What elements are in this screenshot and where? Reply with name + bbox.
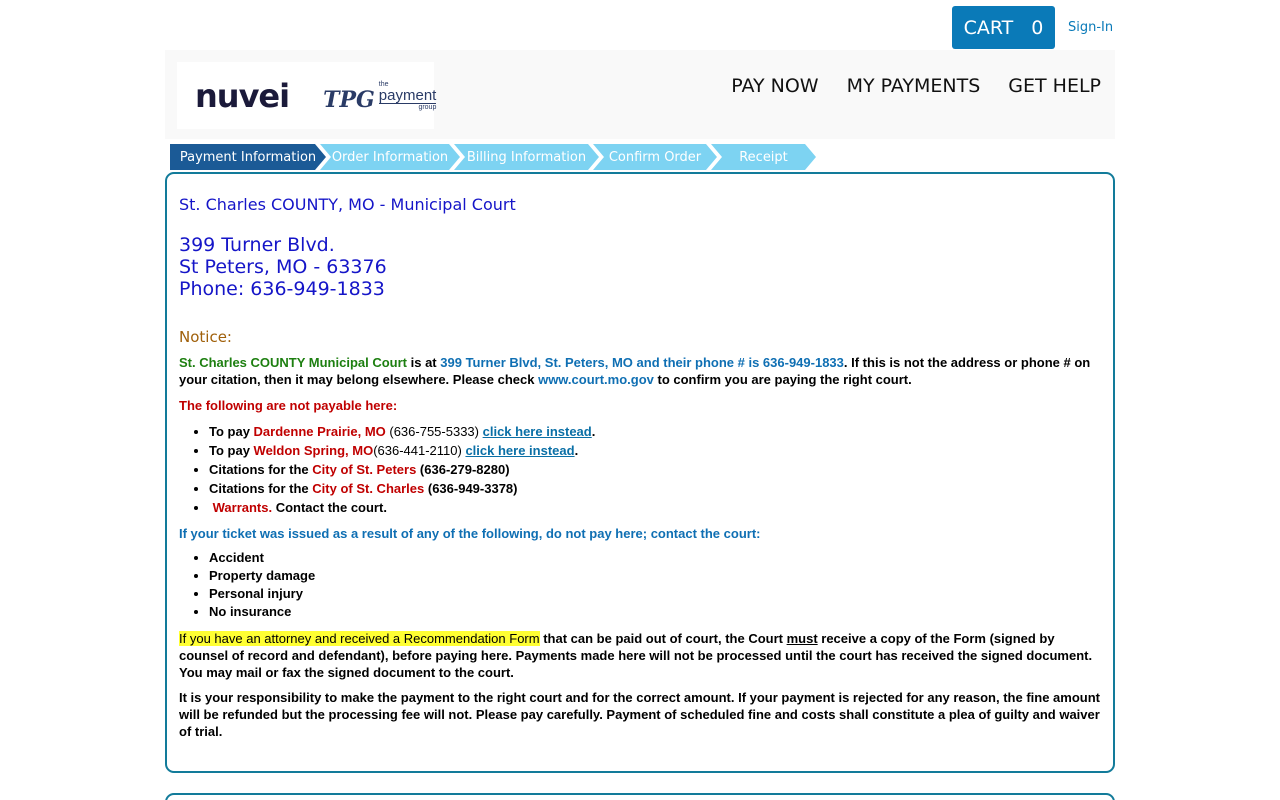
tpg-logo-mark: TPG xyxy=(323,86,375,113)
item-place: Weldon Spring, MO xyxy=(253,443,374,458)
attorney-part1: that can be paid out of court, the Court xyxy=(539,631,787,646)
item-place: Warrants. xyxy=(209,500,273,515)
responsibility-notice: It is your responsibility to make the pa… xyxy=(179,690,1100,739)
dardenne-prairie-link[interactable]: click here instead xyxy=(483,424,592,439)
list-item: Warrants. Contact the court. xyxy=(209,498,1101,517)
item-prefix: Citations for the xyxy=(209,481,313,496)
cart-button[interactable]: CART 0 xyxy=(952,6,1055,49)
address-line-1: 399 Turner Blvd. xyxy=(179,234,335,256)
list-item: Property damage xyxy=(209,567,1101,585)
notice-is-at: is at xyxy=(407,355,441,370)
tpg-logo-text: the payment group xyxy=(378,81,437,111)
payment-info-panel: St. Charles COUNTY, MO - Municipal Court… xyxy=(165,172,1115,773)
court-website-link[interactable]: www.court.mo.gov xyxy=(538,372,654,387)
cart-count: 0 xyxy=(1031,16,1044,39)
nav-get-help[interactable]: GET HELP xyxy=(1008,75,1101,97)
item-phone: (636-949-3378) xyxy=(424,481,518,496)
logo[interactable]: nuvei TPG the payment group xyxy=(177,62,437,129)
tpg-logo: TPG the payment group xyxy=(323,81,437,113)
contact-court-heading: If your ticket was issued as a result of… xyxy=(179,526,761,541)
address-phone: Phone: 636-949-1833 xyxy=(179,278,385,300)
court-name: St. Charles COUNTY, MO - Municipal Court xyxy=(179,195,516,214)
header: nuvei TPG the payment group PAY NOW MY P… xyxy=(165,50,1115,139)
item-phone: (636-441-2110) xyxy=(373,443,466,458)
step-receipt: Receipt xyxy=(711,144,816,170)
step-billing-information: Billing Information xyxy=(454,144,599,170)
list-item: To pay Weldon Spring, MO(636-441-2110) c… xyxy=(209,441,1101,460)
tpg-logo-group: group xyxy=(418,103,437,111)
item-place: City of St. Charles xyxy=(312,481,425,496)
step-payment-information: Payment Information xyxy=(170,144,326,170)
not-payable-list: To pay Dardenne Prairie, MO (636-755-533… xyxy=(209,422,1101,517)
contact-court-list: Accident Property damage Personal injury… xyxy=(209,549,1101,621)
item-prefix: Citations for the xyxy=(209,462,313,477)
list-item: Citations for the City of St. Peters (63… xyxy=(209,460,1101,479)
main-nav: PAY NOW MY PAYMENTS GET HELP xyxy=(731,75,1101,97)
step-confirm-order: Confirm Order xyxy=(593,144,717,170)
tpg-logo-payment: payment xyxy=(378,86,437,104)
item-rest: Contact the court. xyxy=(272,500,387,515)
list-item: Citations for the City of St. Charles (6… xyxy=(209,479,1101,498)
notice-court: St. Charles COUNTY Municipal Court xyxy=(179,355,408,370)
attorney-highlight: If you have an attorney and received a R… xyxy=(179,631,540,646)
item-prefix: To pay xyxy=(209,443,254,458)
attorney-must: must xyxy=(786,631,818,646)
signin-link[interactable]: Sign-In xyxy=(1068,20,1113,35)
next-panel xyxy=(165,793,1115,800)
item-prefix: To pay xyxy=(209,424,254,439)
progress-steps: Payment Information Order Information Bi… xyxy=(170,144,810,170)
step-order-information: Order Information xyxy=(320,144,460,170)
weldon-spring-link[interactable]: click here instead xyxy=(465,443,574,458)
court-address: 399 Turner Blvd. St Peters, MO - 63376 P… xyxy=(179,234,1101,300)
nav-pay-now[interactable]: PAY NOW xyxy=(731,75,818,97)
item-place: City of St. Peters xyxy=(312,462,417,477)
cart-label: CART xyxy=(963,16,1014,39)
nav-my-payments[interactable]: MY PAYMENTS xyxy=(847,75,981,97)
list-item: Personal injury xyxy=(209,585,1101,603)
nuvei-logo-text: nuvei xyxy=(195,76,290,115)
notice-end: to confirm you are paying the right cour… xyxy=(653,372,912,387)
list-item: No insurance xyxy=(209,603,1101,621)
top-bar: CART 0 Sign-In xyxy=(952,6,1113,49)
notice-label: Notice: xyxy=(179,328,232,346)
item-phone: (636-279-8280) xyxy=(416,462,510,477)
notice-address: 399 Turner Blvd, St. Peters, MO and thei… xyxy=(440,355,844,370)
notice-text: St. Charles COUNTY Municipal Court is at… xyxy=(179,354,1101,388)
attorney-notice: If you have an attorney and received a R… xyxy=(179,630,1101,681)
list-item: To pay Dardenne Prairie, MO (636-755-533… xyxy=(209,422,1101,441)
address-line-2: St Peters, MO - 63376 xyxy=(179,256,387,278)
list-item: Accident xyxy=(209,549,1101,567)
item-phone: (636-755-5333) xyxy=(385,424,483,439)
not-payable-heading: The following are not payable here: xyxy=(179,398,398,413)
item-place: Dardenne Prairie, MO xyxy=(253,424,386,439)
